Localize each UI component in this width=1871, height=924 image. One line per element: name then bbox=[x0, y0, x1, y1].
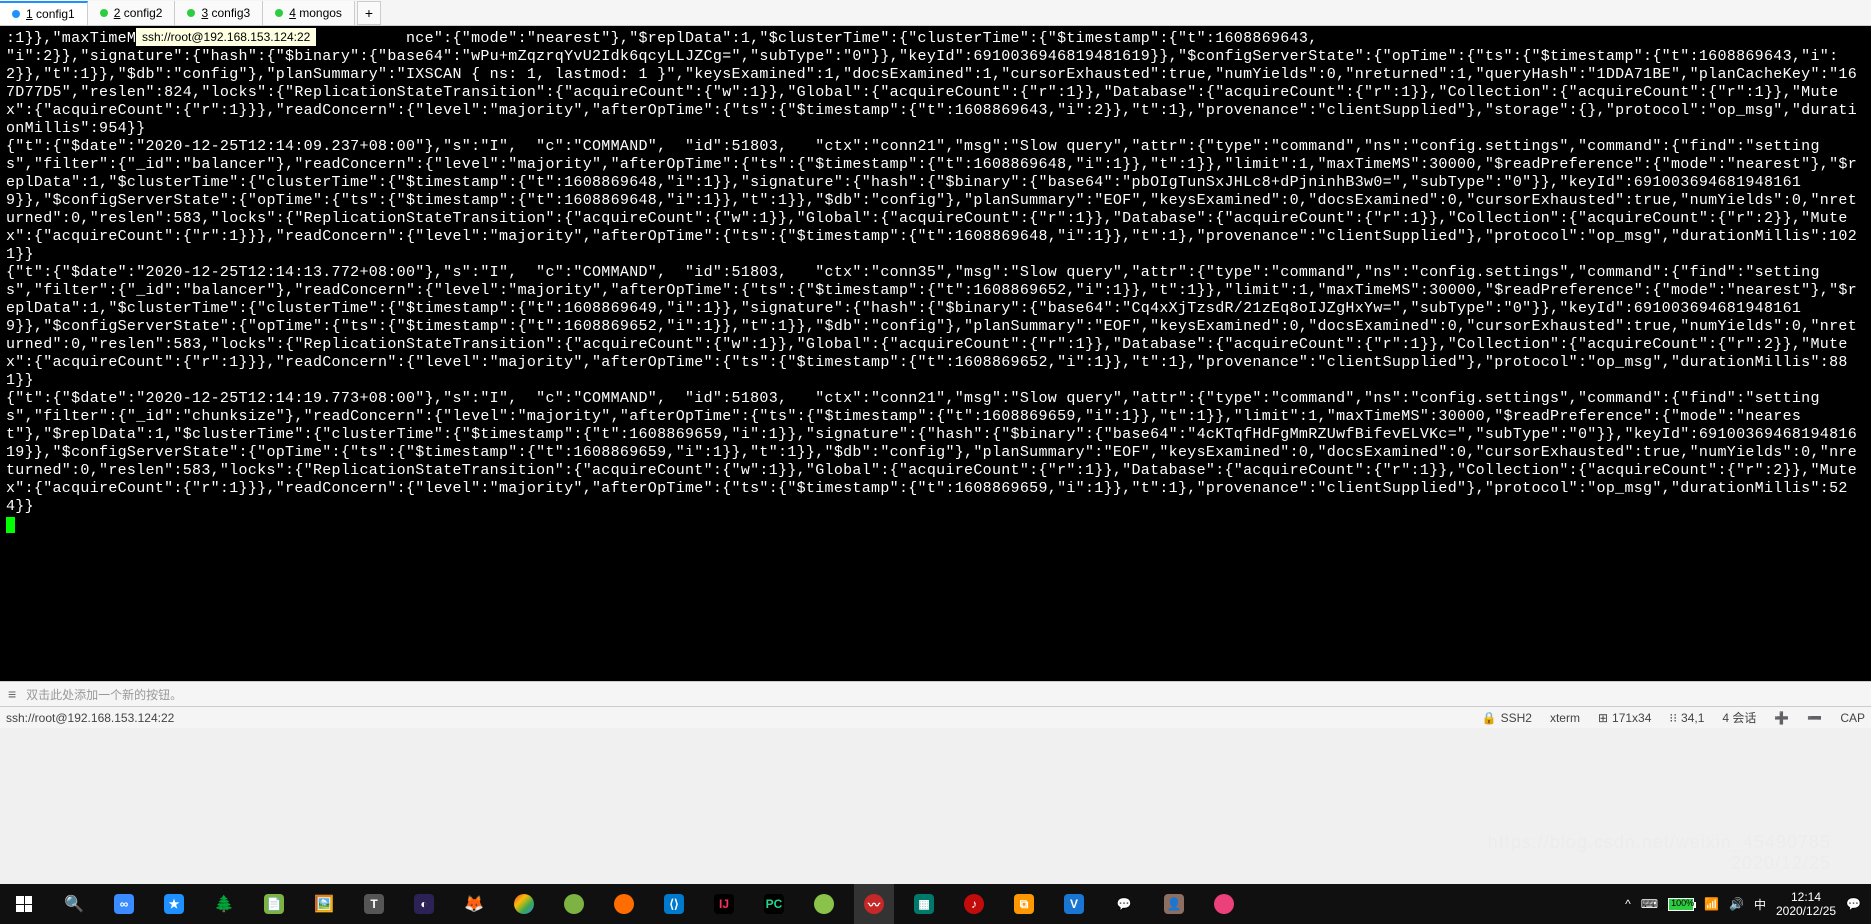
connection-tooltip: ssh://root@192.168.153.124:22 bbox=[135, 27, 317, 47]
cursor-icon: ⁝⁝ bbox=[1669, 711, 1677, 725]
tab-bar: 1 config1 2 config2 3 config3 4 mongos + bbox=[0, 0, 1871, 26]
status-dot-icon bbox=[100, 9, 108, 17]
taskbar-app-v[interactable]: V bbox=[1054, 884, 1094, 924]
taskbar-app-tree[interactable]: 🌲 bbox=[204, 884, 244, 924]
tray-expand-icon[interactable]: ^ bbox=[1625, 897, 1631, 911]
tab-mongos[interactable]: 4 mongos bbox=[263, 1, 355, 25]
tab-label: config2 bbox=[124, 6, 163, 20]
tab-label: config3 bbox=[212, 6, 251, 20]
taskbar-app-netease[interactable]: ♪ bbox=[954, 884, 994, 924]
status-term-size: ⊞ 171x34 bbox=[1598, 711, 1651, 725]
status-protocol: 🔒SSH2 bbox=[1482, 711, 1532, 725]
volume-icon[interactable]: 🔊 bbox=[1729, 897, 1744, 911]
watermark-url: https://blog.csdn.net/weixin_45490785 bbox=[1488, 832, 1831, 852]
taskbar-app-wechat[interactable]: 💬 bbox=[1104, 884, 1144, 924]
wifi-icon[interactable]: 📶 bbox=[1704, 897, 1719, 911]
windows-taskbar: 🔍 ∞ ★ 🌲 📄 🖼️ T ◐ 🦊 ⟨⟩ IJ PC 〰 ▦ ♪ ⧉ V 💬 … bbox=[0, 884, 1871, 924]
tab-label: mongos bbox=[299, 6, 342, 20]
taskbar-app-vscode[interactable]: ⟨⟩ bbox=[654, 884, 694, 924]
taskbar-app-eclipse[interactable]: ◐ bbox=[404, 884, 444, 924]
status-dot-icon bbox=[275, 9, 283, 17]
taskbar-app-vm[interactable]: ▦ bbox=[904, 884, 944, 924]
status-dot-icon bbox=[187, 9, 195, 17]
taskbar-app-pink[interactable] bbox=[1204, 884, 1244, 924]
status-sessions-plus[interactable]: ➕ bbox=[1774, 711, 1789, 725]
ime-icon[interactable]: 中 bbox=[1754, 896, 1766, 913]
system-tray: ^ ⌨ 100% 📶 🔊 中 12:14 2020/12/25 💬 bbox=[1625, 890, 1867, 918]
taskbar-app-intellij[interactable]: IJ bbox=[704, 884, 744, 924]
status-session-count: 4 会话 bbox=[1722, 709, 1756, 726]
battery-icon[interactable]: 100% bbox=[1668, 898, 1694, 911]
start-button[interactable] bbox=[4, 884, 44, 924]
keyboard-icon[interactable]: ⌨ bbox=[1641, 897, 1658, 911]
watermark-date: 2020/12/25 bbox=[1488, 853, 1831, 874]
status-cursor-pos: ⁝⁝ 34,1 bbox=[1669, 711, 1704, 725]
taskbar-app-lime[interactable] bbox=[804, 884, 844, 924]
status-bar: ssh://root@192.168.153.124:22 🔒SSH2 xter… bbox=[0, 706, 1871, 728]
search-icon[interactable]: 🔍 bbox=[54, 884, 94, 924]
taskbar-app-xshell[interactable]: 〰 bbox=[854, 884, 894, 924]
status-connection: ssh://root@192.168.153.124:22 bbox=[6, 711, 174, 725]
tab-label: config1 bbox=[36, 7, 75, 21]
watermark: https://blog.csdn.net/weixin_45490785 20… bbox=[1488, 832, 1831, 874]
taskbar-app-baidu[interactable]: ∞ bbox=[104, 884, 144, 924]
status-term-type: xterm bbox=[1550, 711, 1580, 725]
terminal-output[interactable]: :1}},"maxTimeM nce":{"mode":"nearest"},"… bbox=[0, 26, 1871, 681]
notifications-icon[interactable]: 💬 bbox=[1846, 897, 1861, 911]
tab-config1[interactable]: 1 config1 bbox=[0, 1, 88, 25]
grid-icon: ⊞ bbox=[1598, 711, 1608, 725]
taskbar-app-star[interactable]: ★ bbox=[154, 884, 194, 924]
taskbar-app-avatar[interactable]: 👤 bbox=[1154, 884, 1194, 924]
tab-hotkey: 3 bbox=[201, 6, 208, 20]
status-dot-icon bbox=[12, 10, 20, 18]
taskbar-app-image[interactable]: 🖼️ bbox=[304, 884, 344, 924]
taskbar-app-text[interactable]: T bbox=[354, 884, 394, 924]
tab-hotkey: 1 bbox=[26, 7, 33, 21]
taskbar-app-orange[interactable] bbox=[604, 884, 644, 924]
new-tab-button[interactable]: + bbox=[357, 1, 381, 25]
terminal-cursor bbox=[6, 517, 15, 533]
taskbar-app-copy[interactable]: ⧉ bbox=[1004, 884, 1044, 924]
taskbar-app-pycharm[interactable]: PC bbox=[754, 884, 794, 924]
button-bar-hint: 双击此处添加一个新的按钮。 bbox=[26, 686, 182, 703]
tab-hotkey: 4 bbox=[289, 6, 296, 20]
hamburger-icon[interactable]: ≡ bbox=[8, 686, 16, 702]
tab-hotkey: 2 bbox=[114, 6, 121, 20]
taskbar-app-notepad[interactable]: 📄 bbox=[254, 884, 294, 924]
button-bar[interactable]: ≡ 双击此处添加一个新的按钮。 bbox=[0, 681, 1871, 706]
taskbar-app-chrome[interactable] bbox=[504, 884, 544, 924]
taskbar-app-green[interactable] bbox=[554, 884, 594, 924]
tray-clock[interactable]: 12:14 2020/12/25 bbox=[1776, 890, 1836, 918]
lock-icon: 🔒 bbox=[1482, 711, 1497, 725]
tab-config3[interactable]: 3 config3 bbox=[175, 1, 263, 25]
status-capslock: CAP bbox=[1840, 711, 1865, 725]
taskbar-app-firefox[interactable]: 🦊 bbox=[454, 884, 494, 924]
status-sessions-minus[interactable]: ➖ bbox=[1807, 711, 1822, 725]
tab-config2[interactable]: 2 config2 bbox=[88, 1, 176, 25]
